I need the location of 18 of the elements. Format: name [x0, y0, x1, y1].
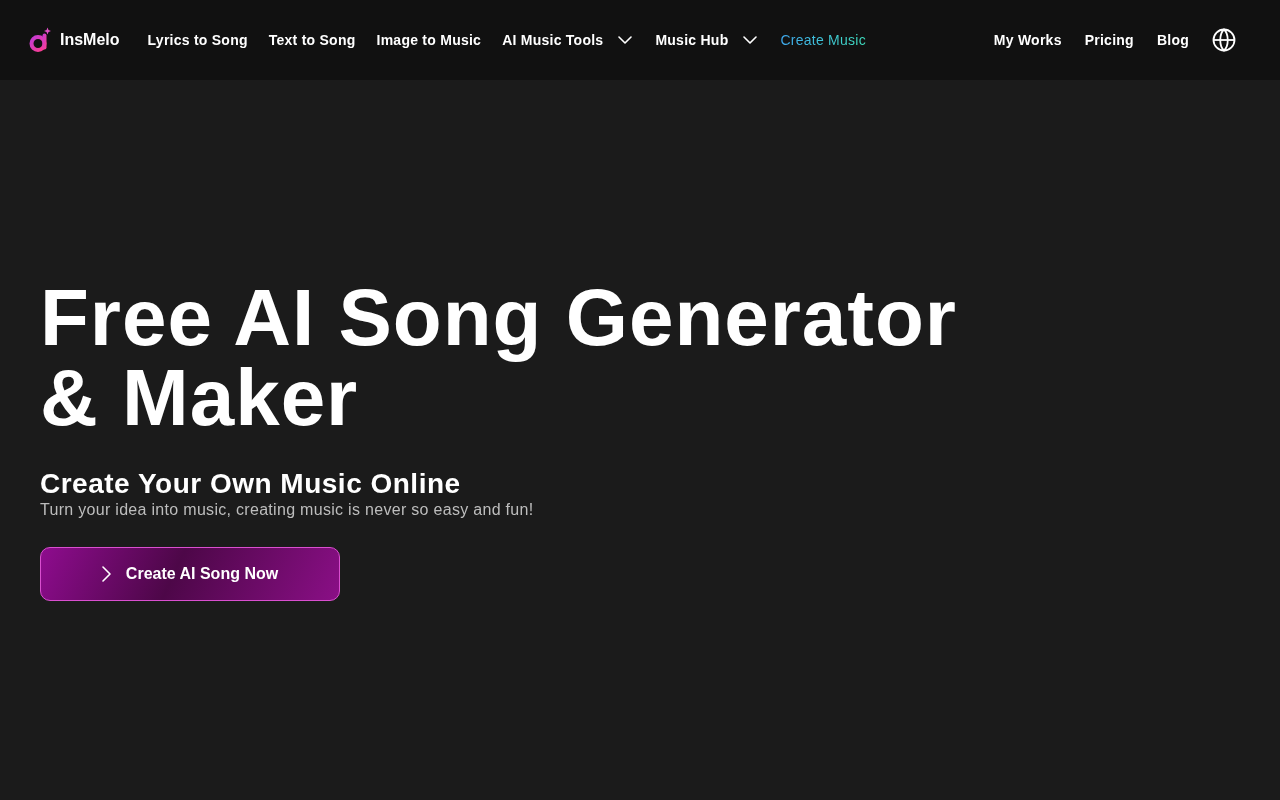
hero-tagline: Turn your idea into music, creating music is never so easy and fun! — [40, 500, 535, 520]
nav-link[interactable]: My Works — [993, 32, 1062, 48]
caret-icon — [618, 36, 633, 44]
hero-title: Free AI Song Generator & Maker — [40, 278, 958, 438]
globe-icon[interactable] — [1212, 28, 1236, 52]
nav-link[interactable]: Blog — [1156, 32, 1189, 48]
brand-name[interactable]: InsMelo — [60, 31, 120, 49]
nav-link[interactable]: Lyrics to Song — [147, 32, 248, 48]
music-note-logo-icon[interactable] — [28, 26, 52, 54]
chevron-right-icon — [101, 566, 111, 582]
nav-link[interactable]: Pricing — [1084, 32, 1134, 48]
nav-menu[interactable]: Music Hub — [655, 32, 758, 48]
caret-icon — [743, 36, 758, 44]
create-song-button[interactable]: Create AI Song Now — [40, 547, 340, 601]
nav-link[interactable]: Image to Music — [376, 32, 482, 48]
hero-subheading: Create Your Own Music Online — [40, 468, 462, 500]
nav-menu[interactable]: AI Music Tools — [502, 32, 633, 48]
nav-link[interactable]: Text to Song — [268, 32, 356, 48]
